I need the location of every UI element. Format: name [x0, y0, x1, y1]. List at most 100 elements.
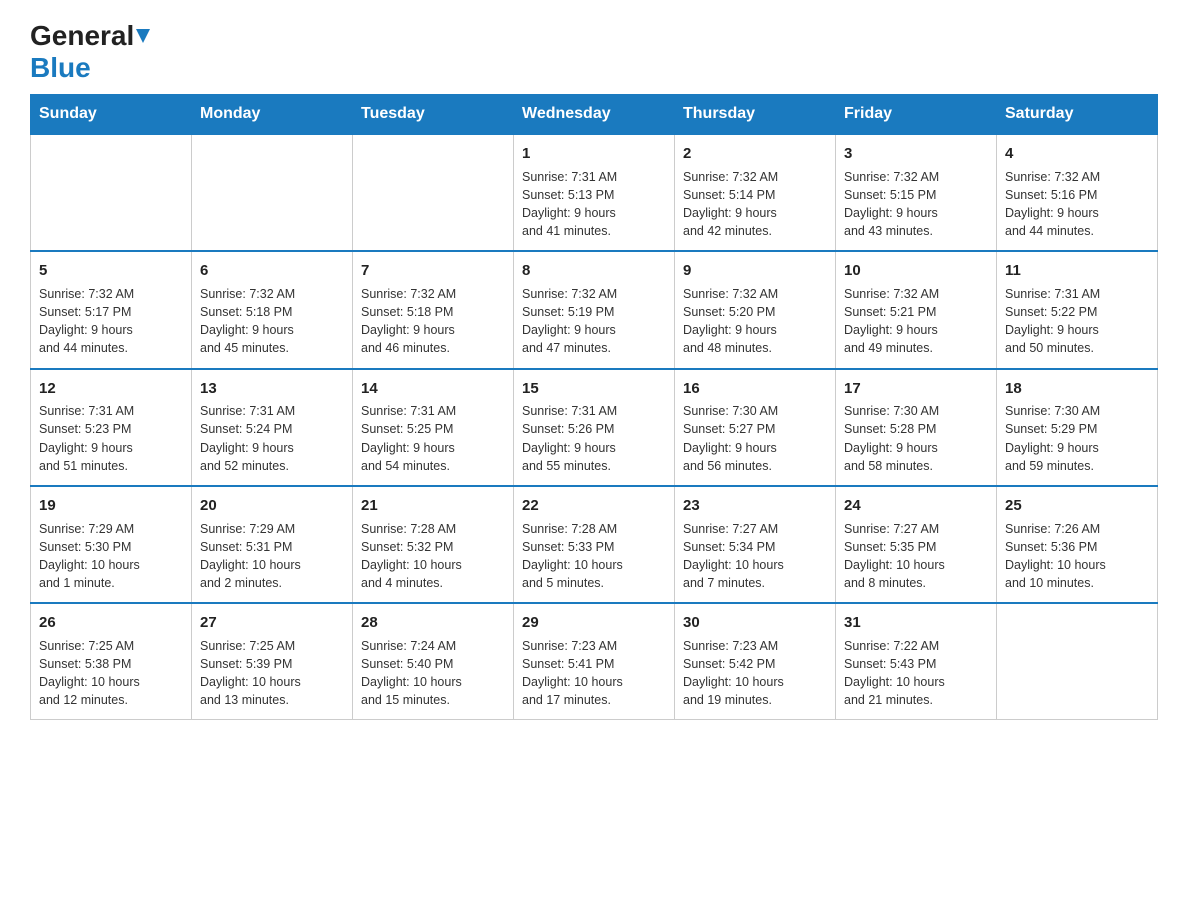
day-info: Sunrise: 7:22 AM Sunset: 5:43 PM Dayligh…	[844, 637, 988, 710]
day-number: 9	[683, 260, 827, 282]
day-info: Sunrise: 7:32 AM Sunset: 5:15 PM Dayligh…	[844, 168, 988, 241]
day-info: Sunrise: 7:23 AM Sunset: 5:42 PM Dayligh…	[683, 637, 827, 710]
day-number: 27	[200, 612, 344, 634]
day-number: 17	[844, 378, 988, 400]
day-number: 7	[361, 260, 505, 282]
logo-line1: General	[30, 20, 160, 52]
weekday-header-sunday: Sunday	[31, 95, 192, 135]
day-number: 28	[361, 612, 505, 634]
day-number: 29	[522, 612, 666, 634]
weekday-header-monday: Monday	[192, 95, 353, 135]
logo: General Blue	[30, 20, 160, 84]
day-info: Sunrise: 7:25 AM Sunset: 5:38 PM Dayligh…	[39, 637, 183, 710]
weekday-header-tuesday: Tuesday	[353, 95, 514, 135]
day-number: 2	[683, 143, 827, 165]
day-number: 10	[844, 260, 988, 282]
logo-triangle-icon	[136, 25, 158, 47]
day-info: Sunrise: 7:31 AM Sunset: 5:26 PM Dayligh…	[522, 402, 666, 475]
day-number: 23	[683, 495, 827, 517]
day-number: 26	[39, 612, 183, 634]
calendar-cell: 5Sunrise: 7:32 AM Sunset: 5:17 PM Daylig…	[31, 251, 192, 368]
day-number: 15	[522, 378, 666, 400]
day-info: Sunrise: 7:31 AM Sunset: 5:23 PM Dayligh…	[39, 402, 183, 475]
calendar-cell: 10 Sunrise: 7:32 AM Sunset: 5:21 PM Dayli…	[836, 251, 997, 368]
day-info: Sunrise: 7:32 AM Sunset: 5:19 PM Dayligh…	[522, 285, 666, 358]
calendar-cell	[353, 134, 514, 251]
calendar-cell: 9 Sunrise: 7:32 AM Sunset: 5:20 PM Daylig…	[675, 251, 836, 368]
logo-general-text: General	[30, 20, 134, 52]
calendar-cell: 15Sunrise: 7:31 AM Sunset: 5:26 PM Dayli…	[514, 369, 675, 486]
day-info: Sunrise: 7:32 AM Sunset: 5:21 PM Dayligh…	[844, 285, 988, 358]
day-info: Sunrise: 7:24 AM Sunset: 5:40 PM Dayligh…	[361, 637, 505, 710]
day-number: 13	[200, 378, 344, 400]
day-info: Sunrise: 7:25 AM Sunset: 5:39 PM Dayligh…	[200, 637, 344, 710]
calendar-cell: 31Sunrise: 7:22 AM Sunset: 5:43 PM Dayli…	[836, 603, 997, 720]
day-number: 4	[1005, 143, 1149, 165]
day-info: Sunrise: 7:31 AM Sunset: 5:24 PM Dayligh…	[200, 402, 344, 475]
day-info: Sunrise: 7:31 AM Sunset: 5:13 PM Dayligh…	[522, 168, 666, 241]
day-number: 8	[522, 260, 666, 282]
calendar-cell: 21 Sunrise: 7:28 AM Sunset: 5:32 PM Dayli…	[353, 486, 514, 603]
week-row-1: 1 Sunrise: 7:31 AM Sunset: 5:13 PM Daylig…	[31, 134, 1158, 251]
day-number: 3	[844, 143, 988, 165]
calendar-cell: 24 Sunrise: 7:27 AM Sunset: 5:35 PM Dayli…	[836, 486, 997, 603]
calendar-cell: 8 Sunrise: 7:32 AM Sunset: 5:19 PM Daylig…	[514, 251, 675, 368]
day-info: Sunrise: 7:28 AM Sunset: 5:33 PM Dayligh…	[522, 520, 666, 593]
day-number: 1	[522, 143, 666, 165]
calendar-cell: 6 Sunrise: 7:32 AM Sunset: 5:18 PM Daylig…	[192, 251, 353, 368]
day-number: 24	[844, 495, 988, 517]
calendar-cell	[31, 134, 192, 251]
calendar-cell: 3 Sunrise: 7:32 AM Sunset: 5:15 PM Daylig…	[836, 134, 997, 251]
day-info: Sunrise: 7:32 AM Sunset: 5:18 PM Dayligh…	[200, 285, 344, 358]
calendar-cell: 25 Sunrise: 7:26 AM Sunset: 5:36 PM Dayli…	[997, 486, 1158, 603]
logo-line2: Blue	[30, 52, 91, 84]
logo-blue-text: Blue	[30, 52, 91, 83]
day-info: Sunrise: 7:23 AM Sunset: 5:41 PM Dayligh…	[522, 637, 666, 710]
calendar-cell: 16Sunrise: 7:30 AM Sunset: 5:27 PM Dayli…	[675, 369, 836, 486]
calendar-cell	[997, 603, 1158, 720]
day-info: Sunrise: 7:26 AM Sunset: 5:36 PM Dayligh…	[1005, 520, 1149, 593]
calendar-cell: 23Sunrise: 7:27 AM Sunset: 5:34 PM Dayli…	[675, 486, 836, 603]
day-info: Sunrise: 7:29 AM Sunset: 5:31 PM Dayligh…	[200, 520, 344, 593]
calendar-cell: 20 Sunrise: 7:29 AM Sunset: 5:31 PM Dayli…	[192, 486, 353, 603]
calendar-cell: 4 Sunrise: 7:32 AM Sunset: 5:16 PM Daylig…	[997, 134, 1158, 251]
weekday-header-saturday: Saturday	[997, 95, 1158, 135]
day-number: 11	[1005, 260, 1149, 282]
calendar-cell: 2 Sunrise: 7:32 AM Sunset: 5:14 PM Daylig…	[675, 134, 836, 251]
calendar-cell: 1 Sunrise: 7:31 AM Sunset: 5:13 PM Daylig…	[514, 134, 675, 251]
day-info: Sunrise: 7:29 AM Sunset: 5:30 PM Dayligh…	[39, 520, 183, 593]
day-number: 25	[1005, 495, 1149, 517]
week-row-5: 26 Sunrise: 7:25 AM Sunset: 5:38 PM Dayli…	[31, 603, 1158, 720]
calendar-cell: 28 Sunrise: 7:24 AM Sunset: 5:40 PM Dayli…	[353, 603, 514, 720]
calendar-cell: 7 Sunrise: 7:32 AM Sunset: 5:18 PM Daylig…	[353, 251, 514, 368]
calendar-cell: 18Sunrise: 7:30 AM Sunset: 5:29 PM Dayli…	[997, 369, 1158, 486]
calendar-cell: 29 Sunrise: 7:23 AM Sunset: 5:41 PM Dayli…	[514, 603, 675, 720]
calendar-cell	[192, 134, 353, 251]
day-info: Sunrise: 7:32 AM Sunset: 5:16 PM Dayligh…	[1005, 168, 1149, 241]
day-number: 5	[39, 260, 183, 282]
calendar-cell: 13Sunrise: 7:31 AM Sunset: 5:24 PM Dayli…	[192, 369, 353, 486]
day-number: 16	[683, 378, 827, 400]
calendar-cell: 26 Sunrise: 7:25 AM Sunset: 5:38 PM Dayli…	[31, 603, 192, 720]
weekday-header-friday: Friday	[836, 95, 997, 135]
calendar-cell: 19Sunrise: 7:29 AM Sunset: 5:30 PM Dayli…	[31, 486, 192, 603]
day-info: Sunrise: 7:28 AM Sunset: 5:32 PM Dayligh…	[361, 520, 505, 593]
day-info: Sunrise: 7:32 AM Sunset: 5:20 PM Dayligh…	[683, 285, 827, 358]
day-info: Sunrise: 7:30 AM Sunset: 5:27 PM Dayligh…	[683, 402, 827, 475]
day-info: Sunrise: 7:32 AM Sunset: 5:14 PM Dayligh…	[683, 168, 827, 241]
weekday-header-thursday: Thursday	[675, 95, 836, 135]
week-row-2: 5Sunrise: 7:32 AM Sunset: 5:17 PM Daylig…	[31, 251, 1158, 368]
day-number: 21	[361, 495, 505, 517]
week-row-3: 12Sunrise: 7:31 AM Sunset: 5:23 PM Dayli…	[31, 369, 1158, 486]
calendar-cell: 30Sunrise: 7:23 AM Sunset: 5:42 PM Dayli…	[675, 603, 836, 720]
calendar-table: SundayMondayTuesdayWednesdayThursdayFrid…	[30, 94, 1158, 720]
calendar-cell: 22Sunrise: 7:28 AM Sunset: 5:33 PM Dayli…	[514, 486, 675, 603]
calendar-cell: 27 Sunrise: 7:25 AM Sunset: 5:39 PM Dayli…	[192, 603, 353, 720]
calendar-cell: 14Sunrise: 7:31 AM Sunset: 5:25 PM Dayli…	[353, 369, 514, 486]
day-info: Sunrise: 7:27 AM Sunset: 5:35 PM Dayligh…	[844, 520, 988, 593]
day-info: Sunrise: 7:30 AM Sunset: 5:28 PM Dayligh…	[844, 402, 988, 475]
day-number: 6	[200, 260, 344, 282]
weekday-header-row: SundayMondayTuesdayWednesdayThursdayFrid…	[31, 95, 1158, 135]
day-number: 20	[200, 495, 344, 517]
day-info: Sunrise: 7:32 AM Sunset: 5:18 PM Dayligh…	[361, 285, 505, 358]
